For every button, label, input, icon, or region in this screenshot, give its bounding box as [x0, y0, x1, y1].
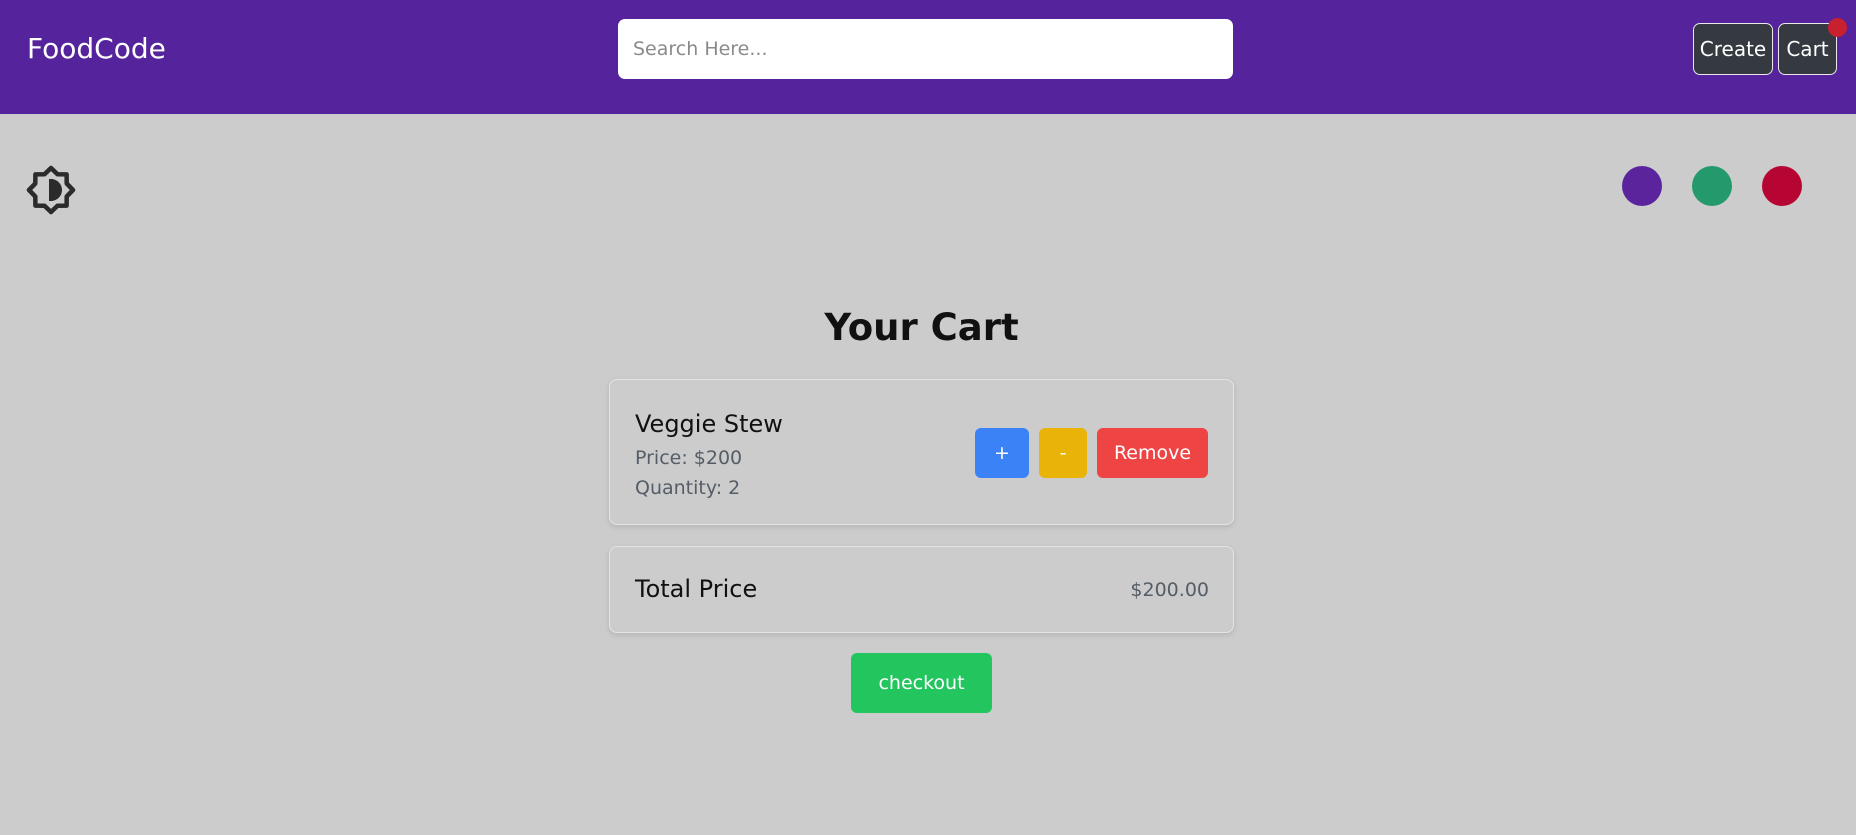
brand-logo[interactable]: FoodCode [27, 32, 166, 66]
page-title: Your Cart [824, 306, 1019, 349]
item-name: Veggie Stew [635, 410, 783, 438]
item-price: Price: $200 [635, 447, 743, 469]
cart-badge [1828, 18, 1847, 37]
search-input[interactable] [618, 19, 1233, 79]
increase-quantity-button[interactable]: + [975, 428, 1029, 478]
total-price-value: $200.00 [1130, 579, 1209, 601]
create-button[interactable]: Create [1693, 23, 1773, 75]
decrease-quantity-button[interactable]: - [1039, 428, 1087, 478]
brightness-contrast-icon [26, 165, 76, 215]
theme-toggle[interactable] [26, 165, 76, 215]
navbar: FoodCode Create Cart [0, 0, 1856, 114]
item-quantity: Quantity: 2 [635, 477, 741, 499]
cart-item-card: Veggie Stew Price: $200 Quantity: 2 + - … [609, 379, 1234, 525]
checkout-button[interactable]: checkout [851, 653, 992, 713]
theme-swatch-purple[interactable] [1622, 166, 1662, 206]
total-price-label: Total Price [635, 575, 758, 603]
total-price-card: Total Price $200.00 [609, 546, 1234, 633]
theme-swatch-green[interactable] [1692, 166, 1732, 206]
remove-item-button[interactable]: Remove [1097, 428, 1208, 478]
theme-swatch-red[interactable] [1762, 166, 1802, 206]
